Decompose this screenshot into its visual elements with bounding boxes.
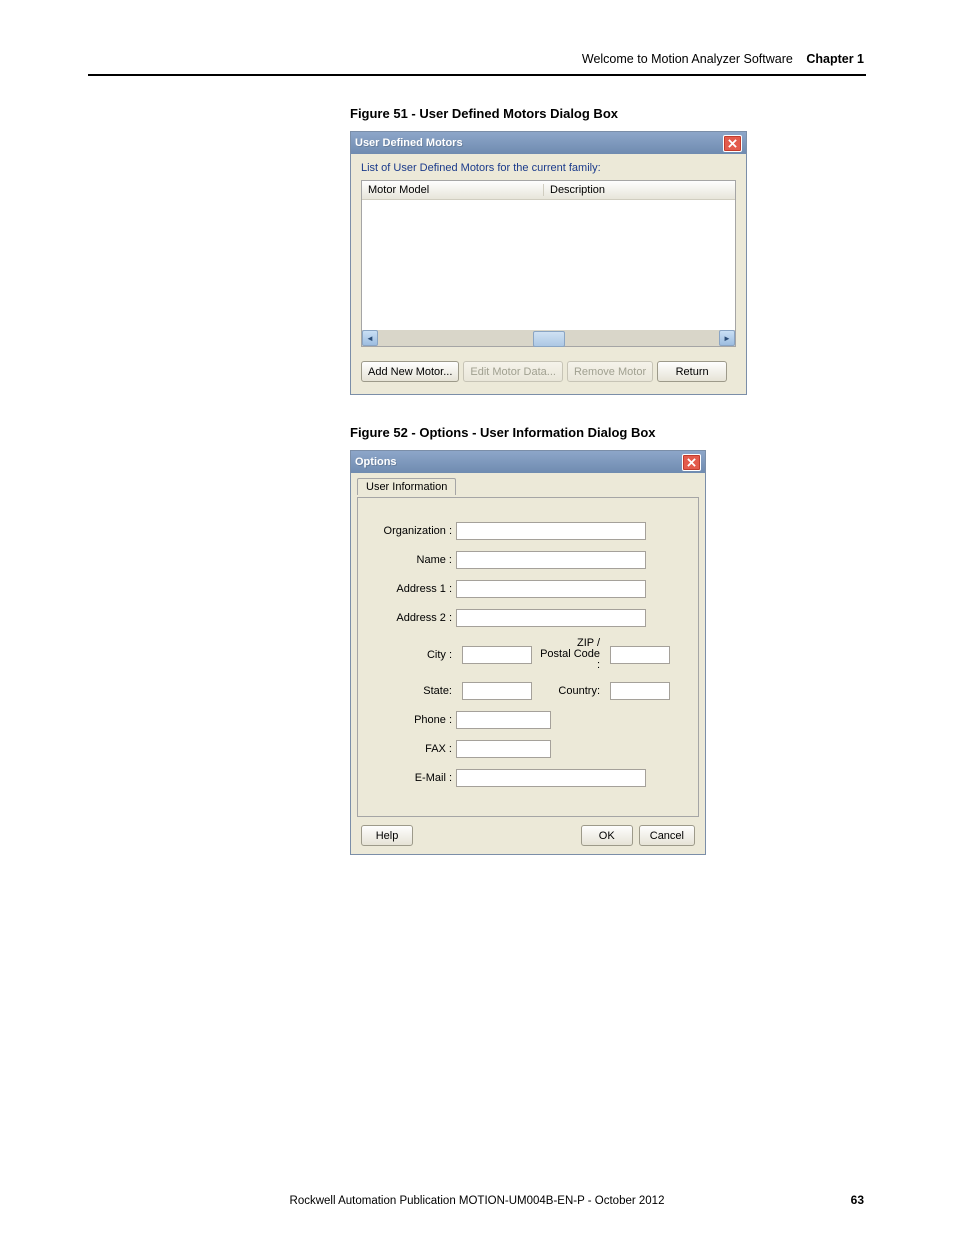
label-organization: Organization :: [376, 525, 456, 537]
dialog-titlebar[interactable]: User Defined Motors: [351, 132, 746, 154]
list-body[interactable]: [362, 200, 735, 330]
tab-strip: User Information: [357, 477, 699, 497]
user-info-panel: Organization : Name : Address 1 : Addres…: [357, 497, 699, 817]
header-chapter: Chapter 1: [806, 52, 864, 66]
label-phone: Phone :: [376, 714, 456, 726]
header-rule: [88, 74, 866, 76]
scroll-right-icon[interactable]: ►: [719, 330, 735, 346]
footer-page-number: 63: [851, 1193, 864, 1207]
name-field[interactable]: [456, 551, 646, 569]
label-city: City :: [376, 649, 456, 661]
label-email: E-Mail :: [376, 772, 456, 784]
address1-field[interactable]: [456, 580, 646, 598]
label-address1: Address 1 :: [376, 583, 456, 595]
column-motor-model[interactable]: Motor Model: [362, 184, 544, 196]
ok-button[interactable]: OK: [581, 825, 633, 846]
options-dialog: Options User Information Organization : …: [350, 450, 706, 855]
zip-field[interactable]: [610, 646, 670, 664]
footer-publication: Rockwell Automation Publication MOTION-U…: [0, 1195, 954, 1207]
dialog-title: Options: [355, 456, 397, 468]
dialog-titlebar[interactable]: Options: [351, 451, 705, 473]
close-icon[interactable]: [682, 454, 701, 471]
cancel-button[interactable]: Cancel: [639, 825, 695, 846]
return-button[interactable]: Return: [657, 361, 727, 382]
list-label: List of User Defined Motors for the curr…: [361, 162, 736, 174]
label-state: State:: [376, 685, 456, 697]
country-field[interactable]: [610, 682, 670, 700]
state-field[interactable]: [462, 682, 532, 700]
horizontal-scrollbar[interactable]: ◄ ►: [362, 330, 735, 346]
city-field[interactable]: [462, 646, 532, 664]
phone-field[interactable]: [456, 711, 551, 729]
scroll-thumb[interactable]: [533, 331, 565, 347]
motor-list[interactable]: Motor Model Description ◄ ►: [361, 180, 736, 347]
add-new-motor-button[interactable]: Add New Motor...: [361, 361, 459, 382]
column-description[interactable]: Description: [544, 184, 605, 196]
edit-motor-data-button[interactable]: Edit Motor Data...: [463, 361, 563, 382]
close-icon[interactable]: [723, 135, 742, 152]
figure51-caption: Figure 51 - User Defined Motors Dialog B…: [350, 106, 870, 121]
label-country: Country:: [538, 686, 604, 697]
scroll-left-icon[interactable]: ◄: [362, 330, 378, 346]
label-zip: ZIP / Postal Code :: [538, 638, 604, 671]
remove-motor-button[interactable]: Remove Motor: [567, 361, 653, 382]
fax-field[interactable]: [456, 740, 551, 758]
tab-user-information[interactable]: User Information: [357, 478, 456, 495]
user-defined-motors-dialog: User Defined Motors List of User Defined…: [350, 131, 747, 395]
help-button[interactable]: Help: [361, 825, 413, 846]
label-fax: FAX :: [376, 743, 456, 755]
label-address2: Address 2 :: [376, 612, 456, 624]
scroll-track[interactable]: [378, 330, 719, 346]
label-name: Name :: [376, 554, 456, 566]
address2-field[interactable]: [456, 609, 646, 627]
header-section: Welcome to Motion Analyzer Software: [582, 52, 793, 66]
page-header: Welcome to Motion Analyzer Software Chap…: [582, 52, 864, 66]
figure52-caption: Figure 52 - Options - User Information D…: [350, 425, 870, 440]
dialog-title: User Defined Motors: [355, 137, 463, 149]
email-field[interactable]: [456, 769, 646, 787]
list-header: Motor Model Description: [362, 181, 735, 200]
organization-field[interactable]: [456, 522, 646, 540]
